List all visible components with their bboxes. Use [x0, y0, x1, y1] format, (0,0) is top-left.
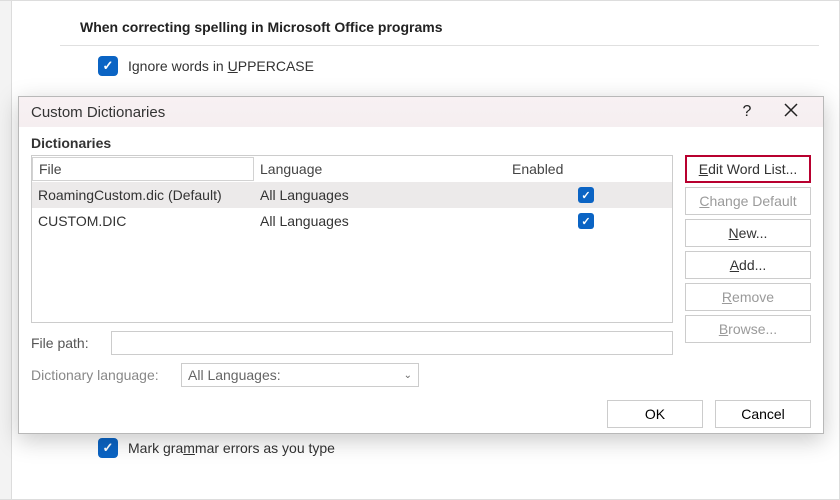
chevron-down-icon: ⌄ — [404, 370, 412, 381]
help-button[interactable]: ? — [725, 97, 769, 127]
new-button[interactable]: New... — [685, 219, 811, 247]
remove-button[interactable]: Remove — [685, 283, 811, 311]
dictionaries-list[interactable]: File Language Enabled RoamingCustom.dic … — [31, 155, 673, 323]
browse-button[interactable]: Browse... — [685, 315, 811, 343]
dictionary-language-label: Dictionary language: — [31, 367, 171, 383]
checkbox-ignore-uppercase[interactable]: ✓ Ignore words in UPPERCASE — [60, 46, 819, 76]
dictionaries-label: Dictionaries — [31, 133, 811, 155]
checkbox-label: Ignore words in UPPERCASE — [128, 58, 314, 74]
dialog-footer: OK Cancel — [19, 395, 823, 433]
cancel-button[interactable]: Cancel — [715, 400, 811, 428]
section-heading: When correcting spelling in Microsoft Of… — [60, 11, 819, 46]
change-default-button[interactable]: Change Default — [685, 187, 811, 215]
checkbox-label: Mark grammar errors as you type — [128, 440, 335, 456]
edit-word-list-button[interactable]: Edit Word List... — [685, 155, 811, 183]
custom-dictionaries-dialog: Custom Dictionaries ? Dictionaries File … — [18, 96, 824, 434]
dialog-title: Custom Dictionaries — [31, 104, 165, 121]
grid-header: File Language Enabled — [32, 156, 672, 182]
enabled-checkbox[interactable]: ✓ — [578, 187, 594, 203]
dictionary-language-select[interactable]: All Languages: ⌄ — [181, 363, 419, 387]
dict-row[interactable]: RoamingCustom.dic (Default) All Language… — [32, 182, 672, 208]
dialog-titlebar: Custom Dictionaries ? — [19, 97, 823, 127]
col-file[interactable]: File — [32, 157, 254, 181]
check-icon: ✓ — [98, 438, 118, 458]
check-icon: ✓ — [98, 56, 118, 76]
col-enabled[interactable]: Enabled — [506, 158, 666, 180]
dict-language: All Languages — [254, 184, 506, 206]
select-value: All Languages: — [188, 367, 281, 383]
dict-file: CUSTOM.DIC — [32, 210, 254, 232]
col-language[interactable]: Language — [254, 158, 506, 180]
add-button[interactable]: Add... — [685, 251, 811, 279]
close-button[interactable] — [769, 97, 813, 127]
file-path-field[interactable] — [111, 331, 673, 355]
close-icon — [784, 103, 798, 122]
dict-language: All Languages — [254, 210, 506, 232]
ok-button[interactable]: OK — [607, 400, 703, 428]
file-path-label: File path: — [31, 335, 101, 351]
dict-row[interactable]: CUSTOM.DIC All Languages ✓ — [32, 208, 672, 234]
dict-file: RoamingCustom.dic (Default) — [32, 184, 254, 206]
enabled-checkbox[interactable]: ✓ — [578, 213, 594, 229]
